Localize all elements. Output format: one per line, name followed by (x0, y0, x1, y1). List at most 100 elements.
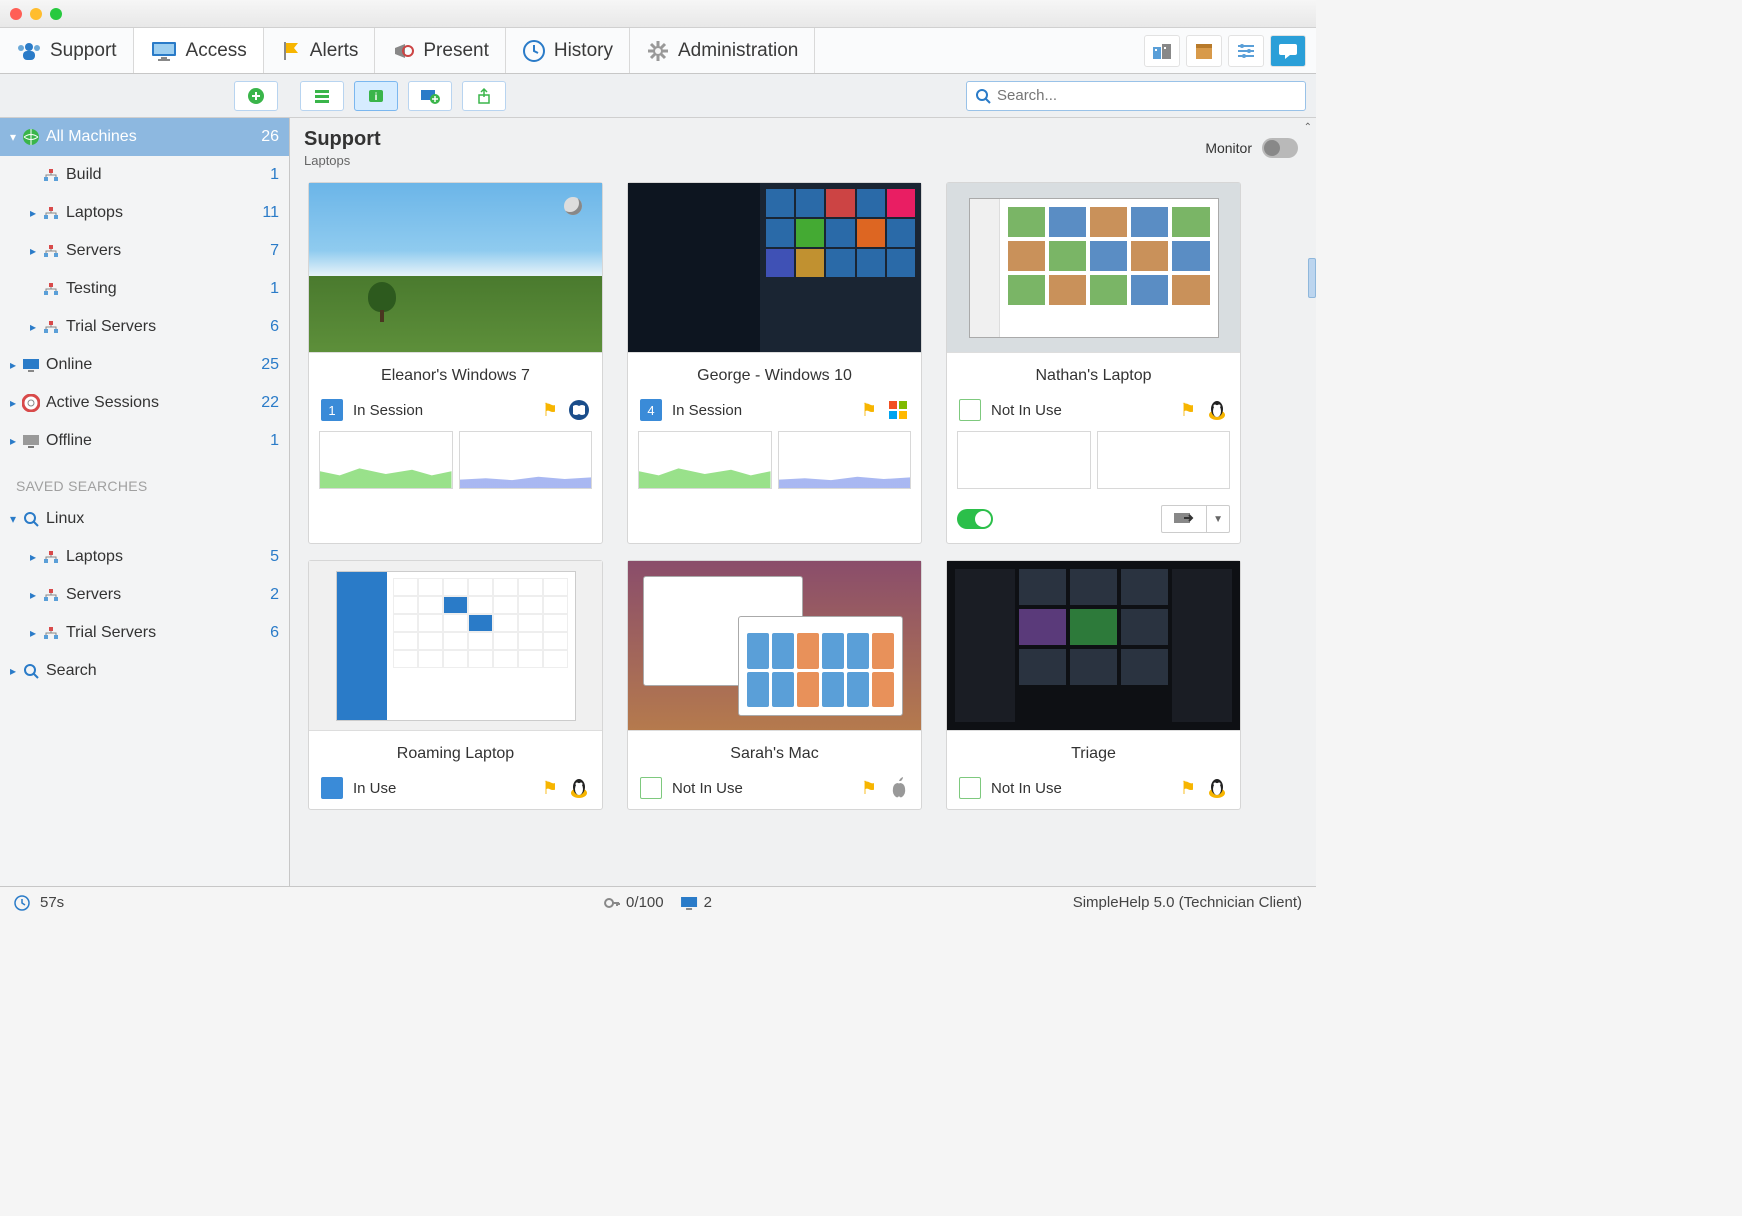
sidebar-label: Laptops (66, 548, 270, 566)
session-count-badge (959, 777, 981, 799)
chat-button[interactable] (1270, 35, 1306, 67)
tab-access[interactable]: Access (134, 28, 264, 73)
machine-name: Eleanor's Windows 7 (309, 353, 602, 399)
add-monitor-button[interactable] (408, 81, 452, 111)
sidebar-label: Search (46, 662, 279, 680)
windows10-icon (887, 399, 909, 421)
list-view-button[interactable] (300, 81, 344, 111)
connect-dropdown[interactable]: ▼ (1207, 514, 1229, 525)
sidebar-saved-linux[interactable]: ▾ Linux (0, 500, 289, 538)
cpu-chart (319, 431, 453, 489)
cpu-chart (957, 431, 1091, 489)
export-button[interactable] (462, 81, 506, 111)
add-button[interactable] (234, 81, 278, 111)
sidebar-saved-laptops[interactable]: ▸ Laptops 5 (0, 538, 289, 576)
tab-administration[interactable]: Administration (630, 28, 815, 73)
flag-icon[interactable]: ⚑ (861, 400, 877, 421)
windows7-icon (568, 399, 590, 421)
chevron-right-icon: ▸ (6, 664, 20, 678)
sidebar-label: Trial Servers (66, 624, 270, 642)
status-bar: 57s 0/100 2 SimpleHelp 5.0 (Technician C… (0, 886, 1316, 918)
sidebar-label: Laptops (66, 204, 262, 222)
machine-name: Roaming Laptop (309, 731, 602, 777)
tab-alerts[interactable]: Alerts (264, 28, 376, 73)
flag-icon[interactable]: ⚑ (861, 778, 877, 799)
machine-card[interactable]: Sarah's Mac Not In Use ⚑ (627, 560, 922, 810)
right-drawer-handle[interactable] (1308, 258, 1316, 298)
sidebar-item-testing[interactable]: Testing 1 (0, 270, 289, 308)
status-product: SimpleHelp 5.0 (Technician Client) (1073, 894, 1302, 911)
window-minimize-button[interactable] (30, 8, 42, 20)
sidebar-saved-servers[interactable]: ▸ Servers 2 (0, 576, 289, 614)
machine-card[interactable]: Triage Not In Use ⚑ (946, 560, 1241, 810)
memory-chart (1097, 431, 1231, 489)
people-icon (16, 40, 42, 62)
search-box[interactable] (966, 81, 1306, 111)
memory-chart (459, 431, 593, 489)
tab-present[interactable]: Present (375, 28, 505, 73)
cpu-chart (638, 431, 772, 489)
sidebar-item-servers[interactable]: ▸ Servers 7 (0, 232, 289, 270)
flag-icon[interactable]: ⚑ (542, 778, 558, 799)
status-license: 0/100 (626, 894, 664, 911)
info-view-button[interactable]: i (354, 81, 398, 111)
tab-support[interactable]: Support (0, 28, 134, 73)
sidebar-count: 1 (270, 166, 279, 184)
sidebar-count: 6 (270, 624, 279, 642)
scroll-up-icon[interactable]: ⌃ (1304, 122, 1312, 133)
sidebar-label: Trial Servers (66, 318, 270, 336)
network-icon (40, 588, 62, 602)
sidebar-count: 1 (270, 280, 279, 298)
apple-icon (887, 777, 909, 799)
machine-name: George - Windows 10 (628, 353, 921, 399)
machine-status: In Use (353, 780, 396, 797)
sidebar-saved-trial-servers[interactable]: ▸ Trial Servers 6 (0, 614, 289, 652)
buildings-icon (1151, 41, 1173, 61)
network-icon (40, 282, 62, 296)
sidebar-item-active-sessions[interactable]: ▸ Active Sessions 22 (0, 384, 289, 422)
enable-toggle[interactable] (957, 509, 993, 529)
window-maximize-button[interactable] (50, 8, 62, 20)
sidebar-item-online[interactable]: ▸ Online 25 (0, 346, 289, 384)
tab-administration-label: Administration (678, 40, 798, 62)
connect-button[interactable]: ▼ (1161, 505, 1230, 533)
sidebar-item-offline[interactable]: ▸ Offline 1 (0, 422, 289, 460)
machine-name: Sarah's Mac (628, 731, 921, 777)
main-nav: Support Access Alerts Present History Ad… (0, 28, 1316, 74)
session-count-badge (640, 777, 662, 799)
search-icon (975, 88, 991, 104)
megaphone-icon (391, 40, 415, 62)
package-button[interactable] (1186, 35, 1222, 67)
flag-icon[interactable]: ⚑ (1180, 400, 1196, 421)
content-title: Support (304, 128, 381, 151)
sliders-button[interactable] (1228, 35, 1264, 67)
sidebar-saved-search[interactable]: ▸ Search (0, 652, 289, 690)
sidebar-item-all-machines[interactable]: ▾ All Machines 26 (0, 118, 289, 156)
monitor-toggle[interactable] (1262, 138, 1298, 158)
chevron-right-icon: ▸ (6, 358, 20, 372)
machine-card[interactable]: Nathan's Laptop Not In Use ⚑ ▼ (946, 182, 1241, 544)
machine-card[interactable]: Eleanor's Windows 7 1 In Session ⚑ (308, 182, 603, 544)
monitor-plus-icon (420, 88, 440, 104)
linux-icon (1206, 777, 1228, 799)
flag-icon[interactable]: ⚑ (1180, 778, 1196, 799)
tab-alerts-label: Alerts (310, 40, 359, 62)
linux-icon (1206, 399, 1228, 421)
tab-present-label: Present (423, 40, 488, 62)
tab-history[interactable]: History (506, 28, 630, 73)
clock-icon (522, 39, 546, 63)
sidebar-item-trial-servers[interactable]: ▸ Trial Servers 6 (0, 308, 289, 346)
machine-status: In Session (353, 402, 423, 419)
sidebar-label: Offline (46, 432, 270, 450)
machine-card[interactable]: Roaming Laptop In Use ⚑ (308, 560, 603, 810)
sidebar-item-laptops[interactable]: ▸ Laptops 11 (0, 194, 289, 232)
buildings-button[interactable] (1144, 35, 1180, 67)
flag-icon[interactable]: ⚑ (542, 400, 558, 421)
sidebar-count: 5 (270, 548, 279, 566)
chevron-right-icon: ▸ (26, 206, 40, 220)
search-input[interactable] (997, 87, 1297, 104)
window-close-button[interactable] (10, 8, 22, 20)
machine-card[interactable]: George - Windows 10 4 In Session ⚑ (627, 182, 922, 544)
toolbar: i (0, 74, 1316, 118)
sidebar-item-build[interactable]: Build 1 (0, 156, 289, 194)
